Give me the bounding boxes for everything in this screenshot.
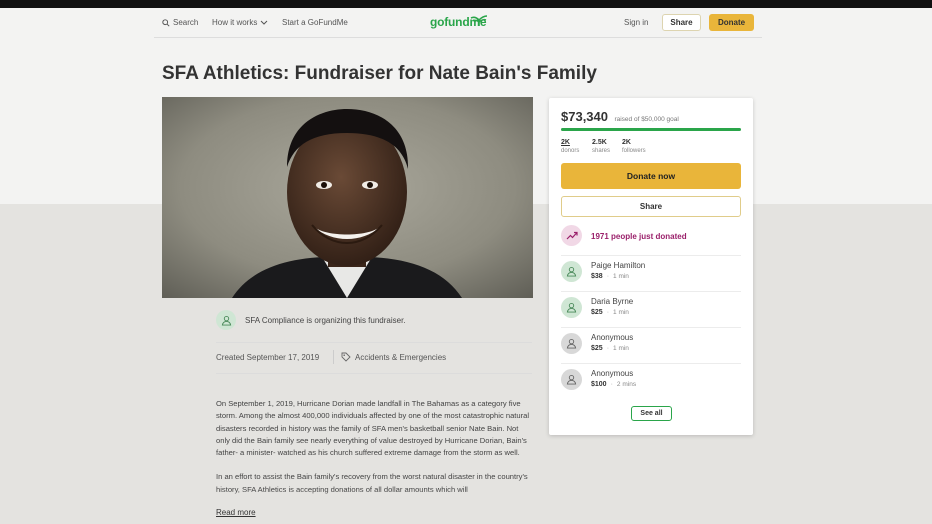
donor-name: Paige Hamilton	[591, 261, 646, 270]
donor-time: 1 min	[613, 273, 629, 280]
shares-count: 2.5K	[592, 139, 607, 146]
donor-avatar	[561, 261, 582, 282]
top-black-bar	[0, 0, 932, 8]
donor-time: 1 min	[613, 309, 629, 316]
portrait-image	[162, 97, 533, 298]
followers-stat: 2K followers	[622, 138, 646, 156]
search-icon	[162, 18, 170, 27]
progress-bar	[561, 128, 741, 131]
divider-vertical	[333, 350, 334, 364]
user-icon	[221, 315, 231, 326]
read-more-link[interactable]: Read more	[216, 508, 256, 517]
donor-amount: $38	[591, 273, 603, 280]
chevron-down-icon	[260, 20, 268, 25]
donor-name: Anonymous	[591, 369, 634, 378]
story-fade	[216, 490, 532, 506]
donors-count: 2K	[561, 139, 570, 146]
how-it-works-label: How it works	[212, 18, 258, 27]
separator-dot: ·	[606, 273, 610, 280]
donor-item: Paige Hamilton $38 · 1 min	[561, 259, 741, 287]
donor-avatar	[561, 333, 582, 354]
progress-fill	[561, 128, 741, 131]
category-link[interactable]: Accidents & Emergencies	[341, 352, 446, 362]
donor-amount: $100	[591, 381, 607, 388]
recent-donations-text: 1971 people just donated	[591, 232, 687, 241]
donor-meta: $100 · 2 mins	[591, 381, 636, 388]
divider	[216, 342, 532, 343]
start-gofundme-label: Start a GoFundMe	[282, 18, 348, 27]
separator-dot: ·	[606, 309, 610, 316]
separator-dot: ·	[606, 345, 610, 352]
campaign-title: SFA Athletics: Fundraiser for Nate Bain'…	[162, 63, 597, 84]
donors-label: donors	[561, 148, 580, 154]
divider	[561, 363, 741, 364]
donor-time: 1 min	[613, 345, 629, 352]
donor-item: Anonymous $25 · 1 min	[561, 331, 741, 359]
donate-now-button[interactable]: Donate now	[561, 163, 741, 189]
followers-count: 2K	[622, 139, 631, 146]
header-share-button[interactable]: Share	[662, 14, 701, 31]
tag-icon	[341, 352, 351, 362]
divider	[561, 327, 741, 328]
sign-in-link[interactable]: Sign in	[624, 18, 648, 27]
see-all-button[interactable]: See all	[631, 406, 672, 421]
donor-avatar	[561, 369, 582, 390]
user-icon	[566, 375, 577, 385]
donor-amount: $25	[591, 345, 603, 352]
donor-item: Anonymous $100 · 2 mins	[561, 367, 741, 395]
organizer-text: SFA Compliance is organizing this fundra…	[245, 316, 406, 325]
donor-meta: $38 · 1 min	[591, 273, 629, 280]
donor-name: Anonymous	[591, 333, 634, 342]
search-link[interactable]: Search	[162, 18, 198, 27]
donor-item: Daria Byrne $25 · 1 min	[561, 295, 741, 323]
organizer-avatar	[216, 310, 236, 330]
donor-amount: $25	[591, 309, 603, 316]
share-button[interactable]: Share	[561, 196, 741, 217]
divider	[216, 373, 532, 374]
user-icon	[566, 339, 577, 349]
user-icon	[566, 267, 577, 277]
donors-stat[interactable]: 2K donors	[561, 138, 579, 156]
user-icon	[566, 303, 577, 313]
separator-dot: ·	[610, 381, 613, 388]
story-paragraph: On September 1, 2019, Hurricane Dorian m…	[216, 399, 530, 458]
trending-up-icon	[566, 231, 578, 240]
donor-meta: $25 · 1 min	[591, 309, 629, 316]
created-date: Created September 17, 2019	[216, 353, 320, 362]
start-gofundme-link[interactable]: Start a GoFundMe	[282, 18, 348, 27]
raised-goal: raised of $50,000 goal	[614, 116, 679, 123]
how-it-works-menu[interactable]: How it works	[212, 18, 268, 27]
followers-label: followers	[622, 148, 646, 154]
header-donate-button[interactable]: Donate	[709, 14, 754, 31]
donor-meta: $25 · 1 min	[591, 345, 629, 352]
trending-avatar	[561, 225, 582, 246]
raised-summary: $73,340 raised of $50,000 goal	[561, 108, 679, 126]
donor-avatar	[561, 297, 582, 318]
category-label: Accidents & Emergencies	[355, 352, 447, 362]
donor-name: Daria Byrne	[591, 297, 634, 306]
donation-sidebar: $73,340 raised of $50,000 goal 2K donors…	[549, 98, 753, 435]
donor-time: 2 mins	[616, 381, 637, 388]
divider	[561, 255, 741, 256]
divider	[561, 291, 741, 292]
top-navigation: Search How it works Start a GoFundMe gof…	[162, 12, 760, 36]
campaign-photo	[162, 97, 533, 298]
shares-stat: 2.5K shares	[592, 138, 610, 156]
search-label: Search	[173, 18, 199, 27]
shares-label: shares	[592, 148, 611, 154]
header-divider	[154, 37, 762, 38]
raised-amount: $73,340	[561, 109, 608, 124]
logo-sprout-icon	[470, 15, 488, 26]
